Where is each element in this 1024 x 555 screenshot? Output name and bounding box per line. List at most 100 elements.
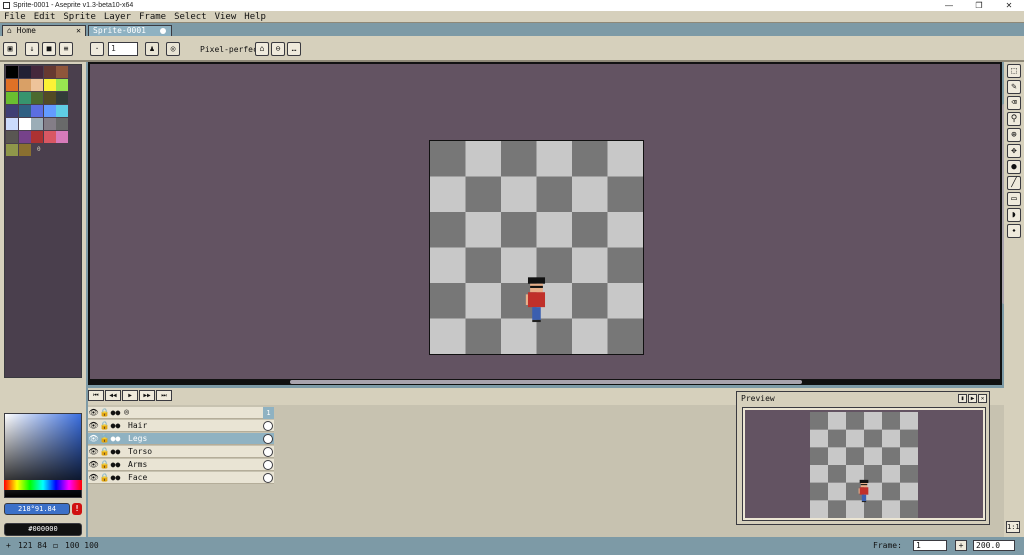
continuous-header-icon[interactable]: ●● [110,408,121,417]
cel-icon[interactable] [263,460,273,470]
preview-play-icon[interactable]: ▶ [968,394,977,403]
palette-swatch[interactable] [18,79,31,91]
preview-close-icon[interactable]: ✕ [978,394,987,403]
palette-swatch[interactable] [6,66,18,78]
layer-row-torso[interactable]: 👁 🔒 ●● Torso [88,446,274,458]
eraser-tool-icon[interactable]: ⌫ [1007,96,1021,110]
marquee-tool-icon[interactable]: ⬚ [1007,64,1021,78]
visibility-header-icon[interactable]: 👁 [88,408,99,417]
layer-row-arms[interactable]: 👁 🔒 ●● Arms [88,459,274,471]
palette-swatch[interactable] [43,92,56,104]
palette-swatch[interactable] [56,118,68,130]
palette-swatch[interactable] [56,79,68,91]
visibility-icon[interactable]: 👁 [88,421,99,430]
add-frame-button[interactable]: + [955,540,967,551]
cel-icon[interactable] [263,473,273,483]
unsaved-dot-icon[interactable] [160,28,166,34]
tab-home[interactable]: ⌂ Home ✕ [2,25,86,36]
blur-tool-icon[interactable]: ⬩ [1007,224,1021,238]
palette-swatch[interactable] [56,66,68,78]
visibility-icon[interactable]: 👁 [88,473,99,482]
zoom-tool-icon[interactable]: ⊕ [1007,128,1021,142]
palette-swatch[interactable] [43,131,56,143]
palette-swatch[interactable] [6,79,18,91]
one-to-one-button[interactable]: 1:1 [1006,521,1020,533]
preview-window[interactable]: Preview ▮ ▶ ✕ [736,391,990,525]
symmetry-icon[interactable]: ⌂ [255,42,269,56]
tab-sprite[interactable]: Sprite-0001 [88,25,172,36]
palette-sort-icon[interactable]: ↓ [25,42,39,56]
palette-swatch[interactable] [18,118,31,130]
menu-layer[interactable]: Layer [100,12,135,22]
next-frame-button[interactable]: ▶▶ [139,390,155,401]
palette-swatch[interactable] [31,92,43,104]
opacity-icon[interactable]: ◎ [166,42,180,56]
palette-swatch[interactable] [6,118,18,130]
lock-icon[interactable]: 🔒 [99,447,110,456]
frame-duration-input[interactable]: 200.0 [973,540,1015,551]
palette-swatch[interactable] [56,92,68,104]
tab-home-close-icon[interactable]: ✕ [76,26,81,36]
layer-blend-icon[interactable]: ⌾ [121,408,132,417]
first-frame-button[interactable]: ⏮ [88,390,104,401]
continuous-icon[interactable]: ●● [110,447,121,456]
visibility-icon[interactable]: 👁 [88,447,99,456]
minimize-button[interactable]: — [934,0,964,11]
maximize-button[interactable]: ❐ [964,0,994,11]
frame-header[interactable]: 1 [263,407,274,419]
palette-swatch[interactable] [31,79,43,91]
horizontal-scrollbar[interactable] [290,380,802,384]
palette-swatch[interactable] [43,79,56,91]
sprite-canvas[interactable] [429,140,644,355]
eyedropper-tool-icon[interactable]: ⚲ [1007,112,1021,126]
palette-swatch[interactable] [18,92,31,104]
palette-swatch[interactable] [18,66,31,78]
warning-icon[interactable]: ! [72,503,82,515]
previous-frame-button[interactable]: ◀◀ [105,390,121,401]
palette-swatch[interactable] [43,118,56,130]
palette-swatch[interactable] [6,105,18,117]
palette-swatch[interactable] [56,105,68,117]
last-frame-button[interactable]: ⏭ [156,390,172,401]
close-button[interactable]: ✕ [994,0,1024,11]
spray-icon[interactable]: ⊖ [271,42,285,56]
brush-size-input[interactable]: 1 [108,42,138,56]
pencil-tool-icon[interactable]: ✎ [1007,80,1021,94]
menu-file[interactable]: File [0,12,30,22]
preview-view[interactable] [742,407,986,521]
lock-icon[interactable]: 🔒 [99,473,110,482]
lock-icon[interactable]: 🔒 [99,421,110,430]
play-button[interactable]: ▶ [122,390,138,401]
hue-slider[interactable] [4,480,82,490]
lock-header-icon[interactable]: 🔒 [99,408,110,417]
palette-swatch[interactable] [31,131,43,143]
layer-row-hair[interactable]: 👁 🔒 ●● Hair [88,420,274,432]
brush-type-icon[interactable]: · [90,42,104,56]
cel-icon[interactable] [263,421,273,431]
lock-icon[interactable]: 🔒 [99,434,110,443]
palette-swatch[interactable] [18,105,31,117]
continuous-icon[interactable]: ●● [110,421,121,430]
palette-swatch[interactable] [6,131,18,143]
palette-swatch[interactable] [6,144,18,156]
menu-select[interactable]: Select [170,12,211,22]
menu-help[interactable]: Help [240,12,270,22]
palette-swatch[interactable] [18,131,31,143]
fill-tool-icon[interactable]: ● [1007,160,1021,174]
menu-view[interactable]: View [211,12,241,22]
continuous-icon[interactable]: ●● [110,460,121,469]
cel-icon[interactable] [263,447,273,457]
visibility-icon[interactable]: 👁 [88,434,99,443]
rectangle-tool-icon[interactable]: ▭ [1007,192,1021,206]
frame-input[interactable]: 1 [913,540,947,551]
continuous-icon[interactable]: ●● [110,473,121,482]
background-color-field[interactable]: #000000 [4,523,82,536]
palette-swatch[interactable] [43,66,56,78]
palette-swatch[interactable] [31,66,43,78]
continuous-icon[interactable]: ●● [110,434,121,443]
line-tool-icon[interactable]: ╱ [1007,176,1021,190]
palette-swatch[interactable] [18,144,31,156]
palette-lock-icon[interactable]: ▣ [3,42,17,56]
palette-swatch[interactable] [43,105,56,117]
lock-icon[interactable]: 🔒 [99,460,110,469]
